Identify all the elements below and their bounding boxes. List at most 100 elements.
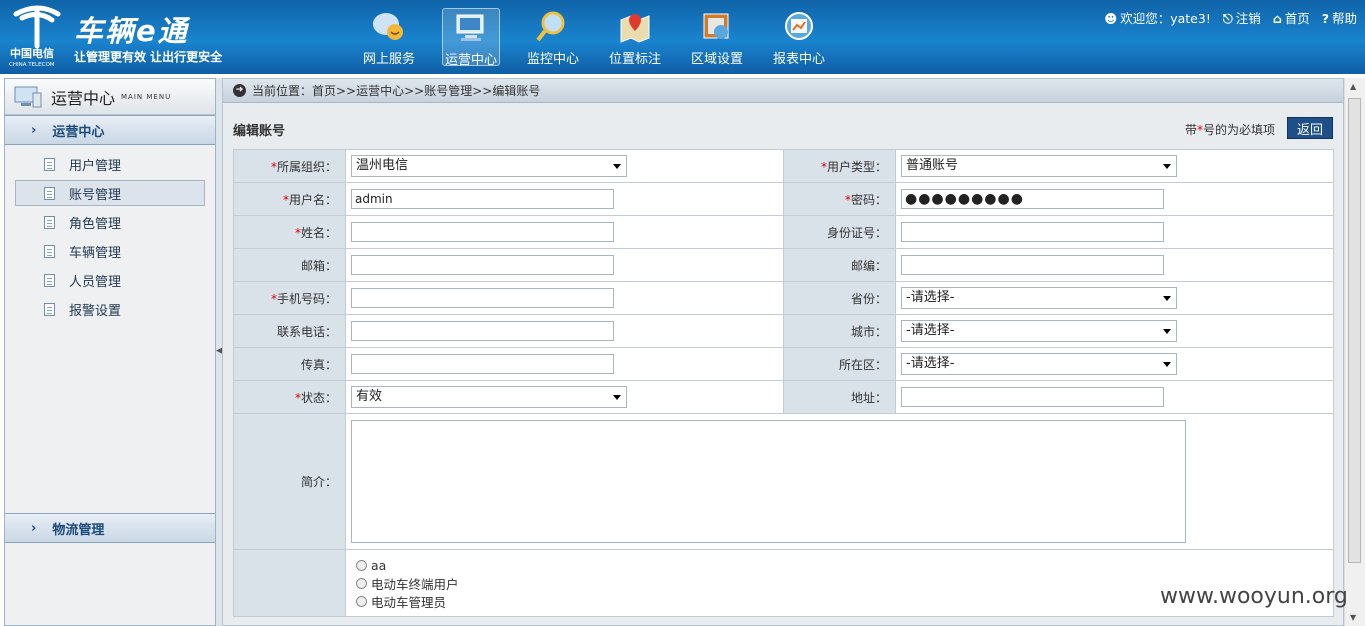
sidebar-item-account-management[interactable]: 账号管理 (15, 180, 205, 206)
radio-button[interactable] (356, 559, 367, 571)
top-nav: 网上服务 运营中心 监控中心 位置标注 区域设置 报表中心 (348, 8, 840, 68)
name-input[interactable] (351, 222, 614, 242)
magnifier-icon (536, 11, 565, 42)
china-telecom-logo: 中国电信 CHINA TELECOM (9, 5, 61, 68)
zip-input[interactable] (901, 255, 1164, 275)
province-label: 省份： (783, 281, 896, 315)
computer-icon (14, 86, 42, 107)
page-title: 编辑账号 (233, 124, 286, 139)
sidebar-item-role-management[interactable]: 角色管理 (15, 209, 205, 235)
nav-location-mark[interactable]: 位置标注 (594, 8, 676, 67)
vertical-scrollbar[interactable]: ▲ ▼ (1344, 78, 1365, 626)
status-select[interactable]: 有效 (351, 386, 627, 408)
sidebar-item-alarm-settings[interactable]: 报警设置 (15, 296, 205, 322)
edit-account-form: *所属组织： 温州电信 *用户类型： 普通账号 *用户名： admin *密码：… (233, 149, 1334, 617)
user-bar: ☻ 欢迎您：yate3! ⎋ 注销 ⌂ 首页 ? 帮助 (1104, 8, 1357, 27)
name-label: *姓名： (233, 215, 346, 249)
dropdown-arrow-icon (1163, 329, 1171, 334)
chat-bubble-icon (373, 13, 403, 40)
help-icon: ? (1321, 11, 1329, 26)
logout-icon: ⎋ (1222, 11, 1233, 26)
sidebar-item-vehicle-management[interactable]: 车辆管理 (15, 238, 205, 264)
main-content: ➜ 当前位置：首页>>运营中心>>账号管理>>编辑账号 编辑账号 带*号的为必填… (222, 78, 1344, 626)
address-input[interactable] (901, 387, 1164, 407)
radio-button[interactable] (356, 595, 367, 607)
nav-operations-center[interactable]: 运营中心 (442, 8, 500, 68)
scroll-down-icon[interactable]: ▼ (1350, 613, 1356, 622)
sidebar-item-personnel-management[interactable]: 人员管理 (15, 267, 205, 293)
username-input[interactable]: admin (351, 189, 614, 209)
email-input[interactable] (351, 255, 614, 275)
intro-textarea[interactable] (351, 420, 1186, 543)
breadcrumb: ➜ 当前位置：首页>>运营中心>>账号管理>>编辑账号 (223, 79, 1343, 103)
mobile-label: *手机号码： (233, 281, 346, 315)
province-select[interactable]: -请选择- (901, 287, 1177, 309)
home-link[interactable]: ⌂ 首页 (1273, 8, 1310, 27)
dropdown-arrow-icon (1163, 164, 1171, 169)
nav-monitor-center[interactable]: 监控中心 (512, 8, 594, 67)
document-icon (44, 302, 55, 316)
phone-label: 联系电话： (233, 314, 346, 348)
svg-text:CHINA TELECOM: CHINA TELECOM (9, 62, 55, 68)
dropdown-arrow-icon (1163, 296, 1171, 301)
arrow-right-icon: ➜ (233, 84, 246, 97)
sidebar-header: 运营中心 MAIN MENU (5, 79, 215, 115)
document-icon (44, 244, 55, 258)
document-icon (44, 215, 55, 229)
svg-text:中国电信: 中国电信 (10, 46, 54, 60)
org-select[interactable]: 温州电信 (351, 155, 627, 177)
sidebar-item-user-management[interactable]: 用户管理 (15, 151, 205, 177)
radio-button[interactable] (356, 577, 367, 589)
usertype-label: *用户类型： (783, 149, 896, 183)
dropdown-arrow-icon (613, 395, 621, 400)
city-label: 城市： (783, 314, 896, 348)
monitor-icon (456, 14, 484, 41)
email-label: 邮箱： (233, 248, 346, 282)
zip-label: 邮编： (783, 248, 896, 282)
idcard-label: 身份证号： (783, 215, 896, 249)
report-icon (785, 12, 813, 40)
sidebar-title: 运营中心 (51, 88, 116, 108)
role-option-aa[interactable]: aa (356, 556, 1323, 574)
sidebar-subtitle: MAIN MENU (121, 92, 172, 101)
nav-report-center[interactable]: 报表中心 (758, 8, 840, 67)
username-label: *用户名： (233, 182, 346, 216)
password-label: *密码： (783, 182, 896, 216)
sidebar-section-operations[interactable]: › 运营中心 (5, 115, 215, 145)
district-select[interactable]: -请选择- (901, 353, 1177, 375)
roles-label (233, 549, 346, 617)
fax-input[interactable] (351, 354, 614, 374)
district-label: 所在区： (783, 347, 896, 381)
app-header: 中国电信 CHINA TELECOM 车辆e通 让管理更有效 让出行更安全 网上… (0, 0, 1365, 74)
back-button[interactable]: 返回 (1287, 117, 1333, 139)
password-input[interactable]: ●●●●●●●●● (901, 189, 1164, 209)
chevron-right-icon: › (31, 520, 37, 536)
address-label: 地址： (783, 380, 896, 414)
nav-region-settings[interactable]: 区域设置 (676, 8, 758, 67)
form-toolbar: 编辑账号 带*号的为必填项 返回 (223, 103, 1343, 145)
mobile-input[interactable] (351, 288, 614, 308)
city-select[interactable]: -请选择- (901, 320, 1177, 342)
user-icon: ☻ (1104, 11, 1118, 26)
document-icon (44, 186, 55, 200)
watermark: www.wooyun.org (1160, 584, 1348, 609)
org-label: *所属组织： (233, 149, 346, 183)
scroll-up-icon[interactable]: ▲ (1350, 82, 1356, 91)
dropdown-arrow-icon (1163, 362, 1171, 367)
sidebar-section-logistics[interactable]: › 物流管理 (5, 513, 215, 543)
dropdown-arrow-icon (613, 164, 621, 169)
logout-link[interactable]: ⎋ 注销 (1223, 8, 1261, 27)
document-icon (44, 157, 55, 171)
phone-input[interactable] (351, 321, 614, 341)
app-slogan: 让管理更有效 让出行更安全 (74, 50, 223, 64)
scrollbar-thumb[interactable] (1348, 98, 1361, 563)
usertype-select[interactable]: 普通账号 (901, 155, 1177, 177)
intro-label: 简介： (233, 413, 346, 550)
chevron-right-icon: › (31, 122, 37, 138)
map-pin-icon (620, 14, 650, 43)
idcard-input[interactable] (901, 222, 1164, 242)
help-link[interactable]: ? 帮助 (1322, 8, 1357, 27)
app-title: 车辆e通 (74, 14, 189, 48)
nav-online-service[interactable]: 网上服务 (348, 8, 430, 67)
fax-label: 传真： (233, 347, 346, 381)
